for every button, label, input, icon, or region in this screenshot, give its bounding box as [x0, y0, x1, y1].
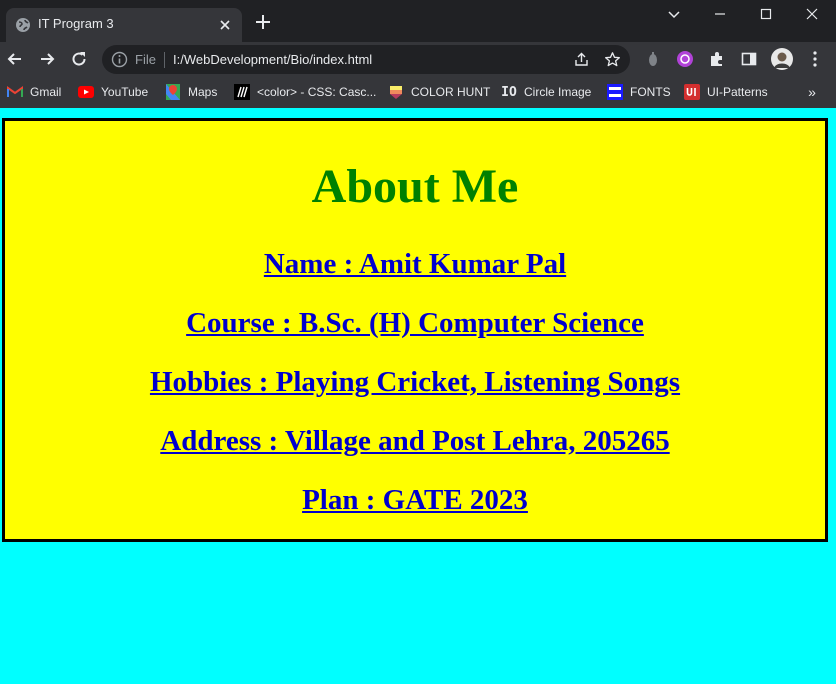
- bookmark-maps[interactable]: Maps: [165, 83, 217, 101]
- browser-toolbar: File I:/WebDevelopment/Bio/index.html: [0, 42, 836, 76]
- ui-patterns-icon: [684, 84, 700, 100]
- info-icon[interactable]: [111, 51, 128, 68]
- plan-line: Plan : GATE 2023: [5, 483, 825, 517]
- url-text[interactable]: I:/WebDevelopment/Bio/index.html: [173, 52, 372, 67]
- share-icon[interactable]: [573, 51, 590, 68]
- bookmarks-bar: Gmail YouTube Maps <color> - CSS: Casc..…: [0, 76, 836, 109]
- browser-tab[interactable]: IT Program 3: [6, 8, 242, 42]
- maps-icon: [165, 84, 181, 100]
- maximize-button[interactable]: [743, 0, 789, 28]
- address-divider: [164, 52, 165, 68]
- about-me-box: About Me Name : Amit Kumar Pal Course : …: [2, 118, 828, 542]
- minimize-button[interactable]: [697, 0, 743, 28]
- chrome-menu-button[interactable]: [806, 50, 824, 68]
- new-tab-icon[interactable]: [253, 12, 273, 32]
- side-panel-icon: [741, 52, 757, 66]
- name-link[interactable]: Name : Amit Kumar Pal: [264, 248, 566, 280]
- close-window-button[interactable]: [789, 0, 835, 28]
- course-link[interactable]: Course : B.Sc. (H) Computer Science: [186, 307, 644, 339]
- colorhunt-icon: [388, 84, 404, 100]
- forward-button[interactable]: [35, 47, 59, 71]
- course-line: Course : B.Sc. (H) Computer Science: [5, 306, 825, 340]
- color-picker-icon: [677, 51, 693, 67]
- gmail-icon: [7, 84, 23, 100]
- bookmark-star-icon[interactable]: [604, 51, 621, 68]
- close-tab-icon[interactable]: [217, 17, 233, 33]
- extension-color-button[interactable]: [676, 50, 694, 68]
- bookmark-mdn-color[interactable]: <color> - CSS: Casc...: [234, 83, 376, 101]
- dropper-icon: [649, 52, 657, 66]
- browser-titlebar: IT Program 3: [0, 0, 836, 42]
- tab-title: IT Program 3: [38, 16, 114, 31]
- address-link[interactable]: Address : Village and Post Lehra, 205265: [160, 425, 669, 457]
- bookmark-circle-image[interactable]: IO Circle Image: [501, 83, 591, 101]
- bookmark-label: YouTube: [101, 85, 149, 99]
- bookmark-label: Circle Image: [524, 85, 592, 99]
- bookmark-fonts[interactable]: FONTS: [607, 83, 671, 101]
- bookmark-label: Maps: [188, 85, 218, 99]
- arrow-right-icon: [41, 53, 55, 65]
- page-viewport: About Me Name : Amit Kumar Pal Course : …: [0, 108, 836, 684]
- avatar-icon: [771, 48, 793, 70]
- bookmark-label: COLOR HUNT: [411, 85, 491, 99]
- reload-button[interactable]: [67, 47, 91, 71]
- address-line: Address : Village and Post Lehra, 205265: [5, 424, 825, 458]
- more-bookmarks-button[interactable]: »: [804, 83, 820, 101]
- bookmark-colorhunt[interactable]: COLOR HUNT: [388, 83, 490, 101]
- fonts-icon: [607, 84, 623, 100]
- minimize-icon: [715, 13, 725, 15]
- extension-dropper-button[interactable]: [644, 50, 662, 68]
- page-title: About Me: [311, 160, 519, 213]
- extensions-button[interactable]: [708, 50, 726, 68]
- name-line: Name : Amit Kumar Pal: [5, 247, 825, 281]
- tab-search-button[interactable]: [651, 0, 697, 28]
- bookmark-label: Gmail: [30, 85, 62, 99]
- bookmark-label: FONTS: [630, 85, 671, 99]
- reload-icon: [72, 52, 86, 66]
- close-icon: [806, 8, 818, 20]
- globe-icon: [16, 18, 30, 32]
- hobbies-link[interactable]: Hobbies : Playing Cricket, Listening Son…: [150, 366, 680, 398]
- plan-link[interactable]: Plan : GATE 2023: [302, 484, 528, 516]
- double-chevron-right-icon: »: [808, 84, 816, 100]
- circle-image-icon: IO: [501, 84, 517, 100]
- side-panel-button[interactable]: [740, 50, 758, 68]
- bookmark-ui-patterns[interactable]: UI-Patterns: [684, 83, 768, 101]
- hobbies-line: Hobbies : Playing Cricket, Listening Son…: [5, 365, 825, 399]
- youtube-icon: [78, 84, 94, 100]
- kebab-menu-icon: [813, 51, 817, 67]
- back-button[interactable]: [3, 47, 27, 71]
- bookmark-youtube[interactable]: YouTube: [78, 83, 148, 101]
- bookmark-gmail[interactable]: Gmail: [7, 83, 61, 101]
- profile-avatar[interactable]: [771, 48, 793, 70]
- mdn-icon: [234, 84, 250, 100]
- chevron-down-icon: [668, 11, 680, 19]
- address-bar[interactable]: File I:/WebDevelopment/Bio/index.html: [102, 45, 630, 74]
- bookmark-label: UI-Patterns: [707, 85, 768, 99]
- arrow-left-icon: [7, 53, 21, 65]
- scheme-label: File: [135, 52, 156, 67]
- puzzle-icon: [711, 52, 722, 66]
- maximize-icon: [760, 8, 772, 20]
- bookmark-label: <color> - CSS: Casc...: [257, 85, 377, 99]
